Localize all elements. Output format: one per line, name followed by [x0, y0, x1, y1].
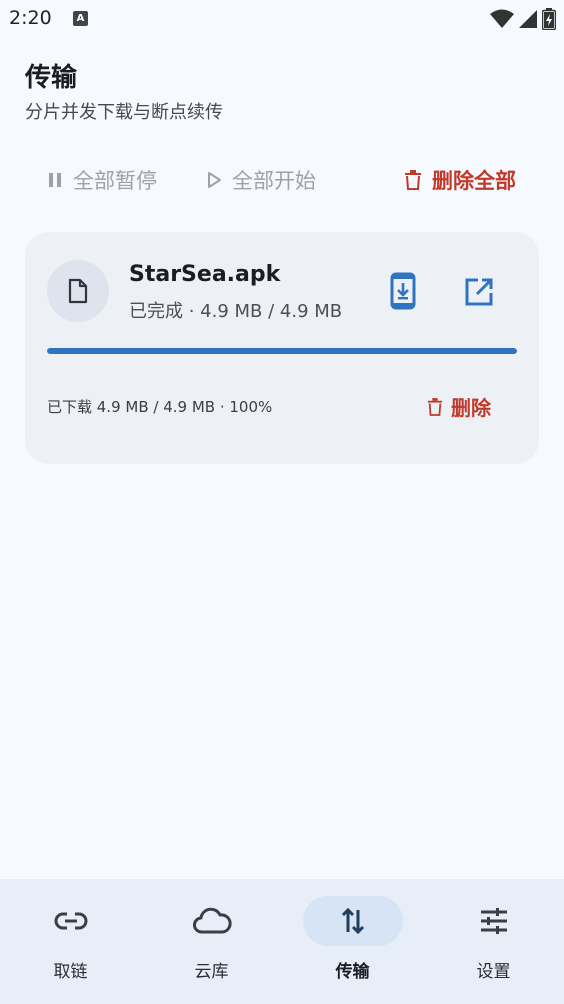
status-time: 2:20 — [9, 7, 52, 29]
trash-icon — [427, 397, 443, 416]
delete-label: 删除 — [451, 396, 491, 420]
nav-item-link[interactable]: 取链 — [0, 879, 141, 1004]
start-all-button[interactable]: 全部开始 — [206, 165, 316, 195]
page-subtitle: 分片并发下载与断点续传 — [25, 102, 223, 123]
signal-icon — [519, 10, 537, 28]
status-icons — [490, 8, 556, 30]
progress-bar — [47, 348, 517, 354]
play-icon — [208, 172, 221, 188]
pause-all-label: 全部暂停 — [73, 169, 157, 193]
progress-text: 已下载 4.9 MB / 4.9 MB · 100% — [47, 398, 273, 416]
screen: 2:20 A 传输 分片并发下载与断点续传 全部暂停 全部开始 删除全部 Sta… — [0, 0, 564, 1004]
sliders-icon — [480, 908, 507, 934]
nav-label-settings: 设置 — [476, 962, 511, 982]
wifi-icon — [490, 9, 514, 28]
nav-item-settings[interactable]: 设置 — [423, 879, 564, 1004]
delete-all-button[interactable]: 删除全部 — [404, 165, 516, 195]
nav-item-transfer[interactable]: 传输 — [282, 879, 423, 1004]
nav-label-link: 取链 — [53, 962, 88, 982]
pause-icon — [49, 173, 61, 187]
file-icon — [68, 278, 88, 304]
swap-vertical-icon — [341, 907, 364, 935]
start-all-label: 全部开始 — [232, 169, 316, 193]
pause-all-button[interactable]: 全部暂停 — [47, 165, 157, 195]
transfer-card: StarSea.apk 已完成 · 4.9 MB / 4.9 MB 已下载 4.… — [25, 232, 539, 464]
progress-fill — [47, 348, 517, 354]
notification-a-icon: A — [73, 11, 88, 26]
trash-icon — [405, 170, 421, 190]
install-mobile-icon — [390, 272, 416, 310]
open-in-new-icon — [465, 278, 493, 306]
open-external-button[interactable] — [461, 274, 497, 310]
nav-label-transfer: 传输 — [335, 962, 370, 982]
nav-item-cloud[interactable]: 云库 — [141, 879, 282, 1004]
link-icon — [54, 912, 87, 930]
file-avatar — [47, 260, 109, 322]
battery-icon — [542, 8, 556, 30]
page-title: 传输 — [25, 63, 78, 93]
delete-button[interactable]: 删除 — [427, 392, 491, 421]
file-name: StarSea.apk — [129, 262, 281, 287]
status-bar: 2:20 A — [0, 0, 564, 40]
install-button[interactable] — [385, 270, 421, 312]
file-status: 已完成 · 4.9 MB / 4.9 MB — [129, 301, 343, 322]
cloud-icon — [192, 907, 232, 934]
bottom-nav: 取链 云库 传输 设置 — [0, 879, 564, 1004]
nav-label-cloud: 云库 — [194, 962, 229, 982]
delete-all-label: 删除全部 — [432, 169, 516, 193]
